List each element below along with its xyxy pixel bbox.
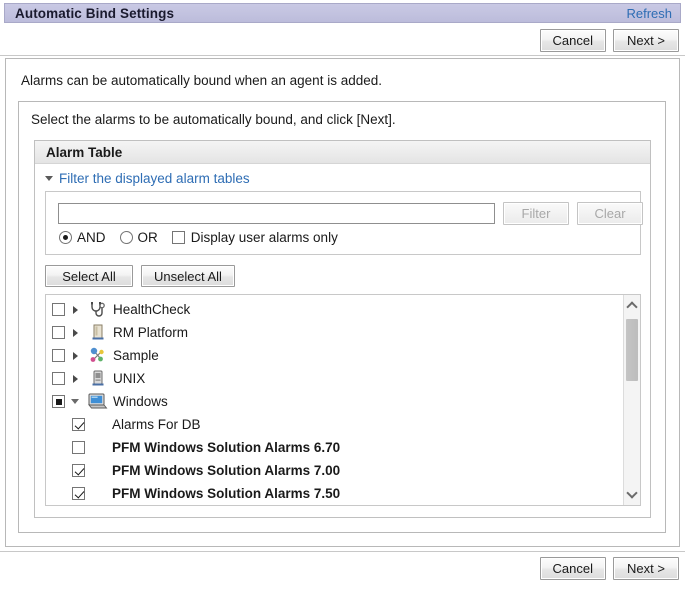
scroll-down-button[interactable] [624, 486, 640, 503]
refresh-link[interactable]: Refresh [626, 6, 672, 21]
filter-input-row: Filter Clear [58, 202, 643, 225]
radio-or[interactable] [120, 231, 133, 244]
tree-node-label: PFM Windows Solution Alarms 7.50 [112, 486, 340, 501]
filter-toggle-label: Filter the displayed alarm tables [59, 171, 250, 186]
unselect-all-button[interactable]: Unselect All [141, 265, 235, 287]
filter-disclosure-toggle[interactable]: Filter the displayed alarm tables [45, 171, 250, 186]
tree-row[interactable]: Windows [46, 390, 623, 413]
server-icon [87, 370, 108, 388]
tree-expander-open[interactable] [65, 399, 85, 404]
triangle-right-icon [73, 375, 78, 383]
tree-node-checkbox[interactable] [72, 418, 85, 431]
tree-expander-closed[interactable] [65, 306, 85, 314]
next-button-bottom[interactable]: Next > [613, 557, 679, 580]
tree-node-label: HealthCheck [113, 302, 190, 317]
main-panel: Alarms can be automatically bound when a… [5, 58, 680, 547]
tree-node-label: Sample [113, 348, 159, 363]
clear-button[interactable]: Clear [577, 202, 643, 225]
tree-row[interactable]: Sample [46, 344, 623, 367]
alarm-table-group: Alarm Table Filter the displayed alarm t… [34, 140, 651, 518]
chevron-down-icon [626, 487, 637, 498]
next-button-top[interactable]: Next > [613, 29, 679, 52]
triangle-right-icon [73, 329, 78, 337]
tree-node-checkbox[interactable] [52, 303, 65, 316]
tree-node-label: Alarms For DB [112, 417, 201, 432]
tree-node-label: Windows [113, 394, 168, 409]
window-titlebar: Automatic Bind Settings Refresh [4, 3, 681, 23]
tree-row[interactable]: PFM Windows Solution Alarms 7.00 [46, 459, 623, 482]
filter-input[interactable] [58, 203, 495, 224]
scroll-up-button[interactable] [624, 297, 640, 314]
tree-node-checkbox[interactable] [52, 326, 65, 339]
tree-row[interactable]: HealthCheck [46, 298, 623, 321]
bottom-button-bar: Cancel Next > [540, 557, 679, 580]
network-nodes-icon [87, 347, 108, 365]
computer-monitor-icon [87, 393, 108, 411]
cancel-button-top[interactable]: Cancel [540, 29, 606, 52]
tree-expander-closed[interactable] [65, 375, 85, 383]
triangle-right-icon [73, 306, 78, 314]
server-tower-icon [87, 324, 108, 342]
stethoscope-icon [87, 301, 108, 319]
window-title: Automatic Bind Settings [15, 6, 174, 21]
alarm-table-header: Alarm Table [35, 141, 650, 164]
tree-node-checkbox[interactable] [52, 349, 65, 362]
chevron-up-icon [626, 301, 637, 312]
triangle-down-icon [71, 399, 79, 404]
bottom-divider [0, 551, 685, 552]
radio-and-label: AND [77, 230, 106, 245]
tree-node-checkbox[interactable] [72, 487, 85, 500]
tree-expander-closed[interactable] [65, 329, 85, 337]
alarm-tree-list[interactable]: HealthCheck RM Platform Sample UNIX Windows A… [46, 295, 623, 505]
tree-node-label: RM Platform [113, 325, 188, 340]
tree-row[interactable]: Alarms For DB [46, 413, 623, 436]
radio-and[interactable] [59, 231, 72, 244]
tree-node-checkbox[interactable] [72, 441, 85, 454]
filter-button[interactable]: Filter [503, 202, 569, 225]
top-button-bar: Cancel Next > [540, 29, 679, 52]
user-alarms-checkbox[interactable] [172, 231, 185, 244]
tree-node-checkbox[interactable] [52, 372, 65, 385]
select-all-button[interactable]: Select All [45, 265, 133, 287]
radio-or-label: OR [138, 230, 158, 245]
instruction-box: Select the alarms to be automatically bo… [18, 101, 666, 533]
tree-node-checkbox[interactable] [72, 464, 85, 477]
user-alarms-label: Display user alarms only [191, 230, 338, 245]
instruction-text: Select the alarms to be automatically bo… [31, 112, 396, 127]
triangle-right-icon [73, 352, 78, 360]
tree-row[interactable]: RM Platform [46, 321, 623, 344]
chevron-down-icon [45, 176, 53, 181]
tree-node-label: UNIX [113, 371, 145, 386]
scrollbar-thumb[interactable] [626, 319, 638, 381]
top-divider [0, 55, 685, 56]
tree-row[interactable]: UNIX [46, 367, 623, 390]
tree-scrollbar[interactable] [623, 295, 640, 505]
intro-text: Alarms can be automatically bound when a… [21, 73, 382, 88]
tree-node-label: PFM Windows Solution Alarms 7.00 [112, 463, 340, 478]
selection-button-row: Select All Unselect All [45, 265, 235, 287]
tree-node-checkbox[interactable] [52, 395, 65, 408]
tree-row[interactable]: PFM Windows Solution Alarms 7.50 [46, 482, 623, 505]
tree-row[interactable]: PFM Windows Solution Alarms 6.70 [46, 436, 623, 459]
filter-box: Filter Clear AND OR Display user alarms … [45, 191, 641, 255]
alarm-tree-container: HealthCheck RM Platform Sample UNIX Windows A… [45, 294, 641, 506]
cancel-button-bottom[interactable]: Cancel [540, 557, 606, 580]
tree-expander-closed[interactable] [65, 352, 85, 360]
tree-node-label: PFM Windows Solution Alarms 6.70 [112, 440, 340, 455]
filter-options-row: AND OR Display user alarms only [59, 230, 338, 245]
